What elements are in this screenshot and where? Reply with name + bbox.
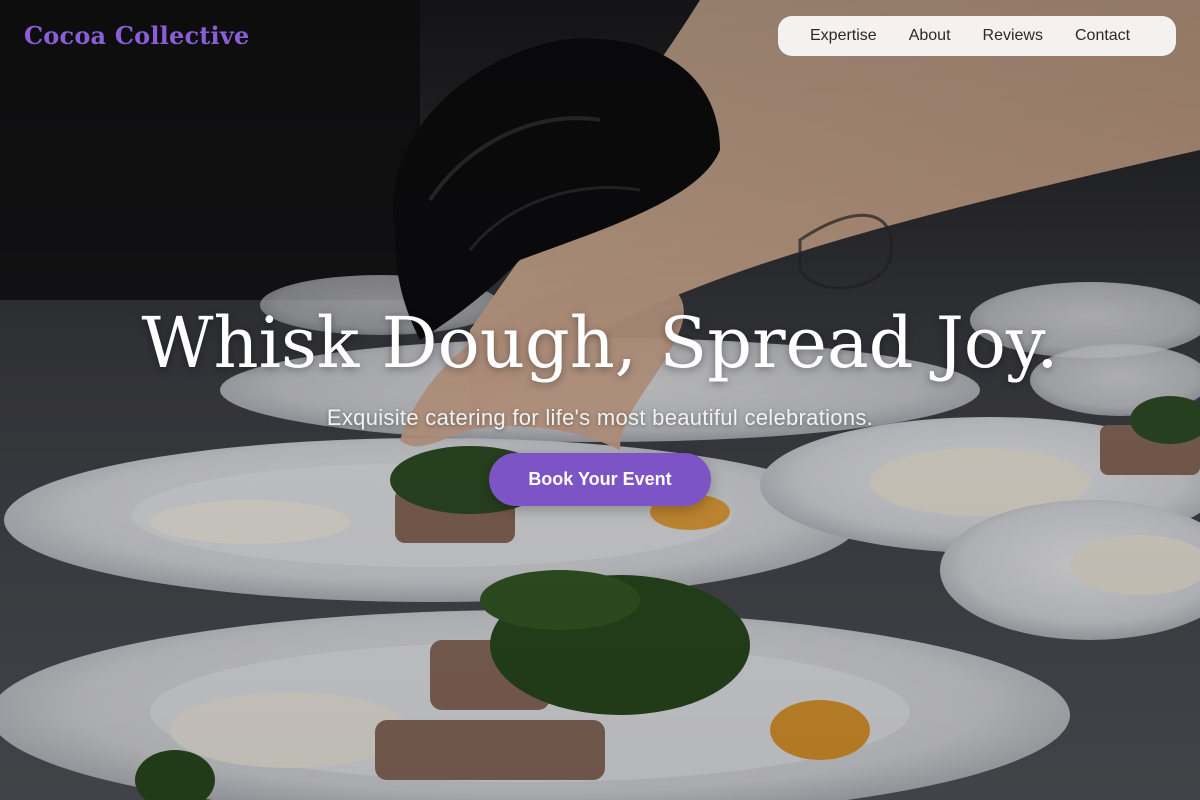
book-event-button[interactable]: Book Your Event	[489, 453, 711, 506]
top-navigation: Expertise About Reviews Contact	[778, 16, 1176, 56]
nav-link-contact[interactable]: Contact	[1059, 16, 1146, 56]
nav-link-about[interactable]: About	[893, 16, 967, 56]
nav-link-expertise[interactable]: Expertise	[794, 16, 893, 56]
brand-logo[interactable]: Cocoa Collective	[24, 20, 249, 52]
hero-section: Cocoa Collective Expertise About Reviews…	[0, 0, 1200, 800]
nav-link-reviews[interactable]: Reviews	[967, 16, 1059, 56]
hero-subheadline: Exquisite catering for life's most beaut…	[326, 405, 874, 430]
hero-headline: Whisk Dough, Spread Joy.	[141, 302, 1059, 384]
hero-background-photo	[0, 0, 1200, 800]
